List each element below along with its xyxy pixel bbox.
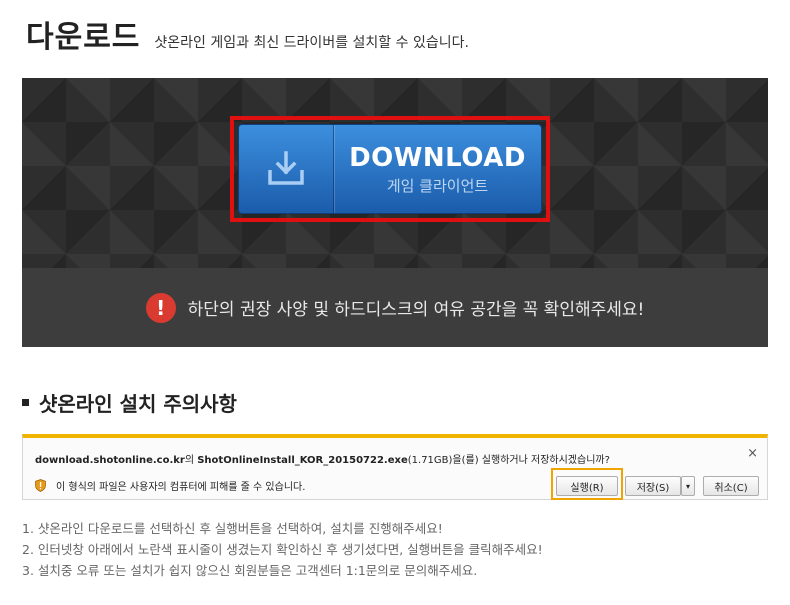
install-step: 3. 설치중 오류 또는 설치가 쉽지 않으신 회원분들은 고객센터 1:1문의… [22,563,478,578]
install-step: 1. 샷온라인 다운로드를 선택하신 후 실행버튼을 선택하여, 설치를 진행해… [22,521,443,536]
page-subtitle: 샷온라인 게임과 최신 드라이버를 설치할 수 있습니다. [154,35,469,51]
section-heading: 샷온라인 설치 주의사항 [22,388,237,417]
save-button[interactable]: 저장(S) [625,476,681,496]
download-icon-cell [239,125,334,213]
download-source-url: download.shotonline.co.kr [35,455,185,466]
download-banner: DOWNLOAD 게임 클라이언트 [22,78,768,268]
download-sublabel: 게임 클라이언트 [386,176,489,195]
cancel-button[interactable]: 취소(C) [703,476,759,496]
page-header: 다운로드 샷온라인 게임과 최신 드라이버를 설치할 수 있습니다. [26,12,469,56]
download-url-suffix: 의 [184,455,198,466]
download-text: DOWNLOAD 게임 클라이언트 [334,125,541,213]
run-button[interactable]: 실행(R) [556,476,618,496]
download-prompt-message: download.shotonline.co.kr의 ShotOnlineIns… [35,451,610,466]
install-step: 2. 인터넷창 아래에서 노란색 표시줄이 생겼는지 확인하신 후 생기셨다면,… [22,542,543,557]
shield-warning-icon [35,479,46,492]
download-highlight-frame: DOWNLOAD 게임 클라이언트 [230,116,550,222]
section-title: 샷온라인 설치 주의사항 [39,392,237,416]
exclamation-icon: ! [145,292,176,323]
download-filename: ShotOnlineInstall_KOR_20150722.exe [197,455,408,466]
page-title: 다운로드 [26,20,141,55]
disk-space-notice: ! 하단의 권장 사양 및 하드디스크의 여유 공간을 꼭 확인해주세요! [22,268,768,347]
close-icon[interactable]: × [747,446,758,461]
security-warning: 이 형식의 파일은 사용자의 컴퓨터에 피해를 줄 수 있습니다. [35,478,305,493]
notice-text: 하단의 권장 사양 및 하드디스크의 여유 공간을 꼭 확인해주세요! [187,300,645,320]
download-icon [268,151,304,185]
download-size-question: (1.71GB)을(를) 실행하거나 저장하시겠습니까? [407,455,610,466]
security-warning-text: 이 형식의 파일은 사용자의 컴퓨터에 피해를 줄 수 있습니다. [56,482,306,493]
browser-download-bar: download.shotonline.co.kr의 ShotOnlineIns… [22,434,768,500]
download-button[interactable]: DOWNLOAD 게임 클라이언트 [238,124,542,214]
save-dropdown-icon[interactable]: ▾ [681,476,695,496]
install-steps: 1. 샷온라인 다운로드를 선택하신 후 실행버튼을 선택하여, 설치를 진행해… [22,518,543,581]
square-bullet-icon [22,399,29,406]
download-label: DOWNLOAD [349,142,526,173]
